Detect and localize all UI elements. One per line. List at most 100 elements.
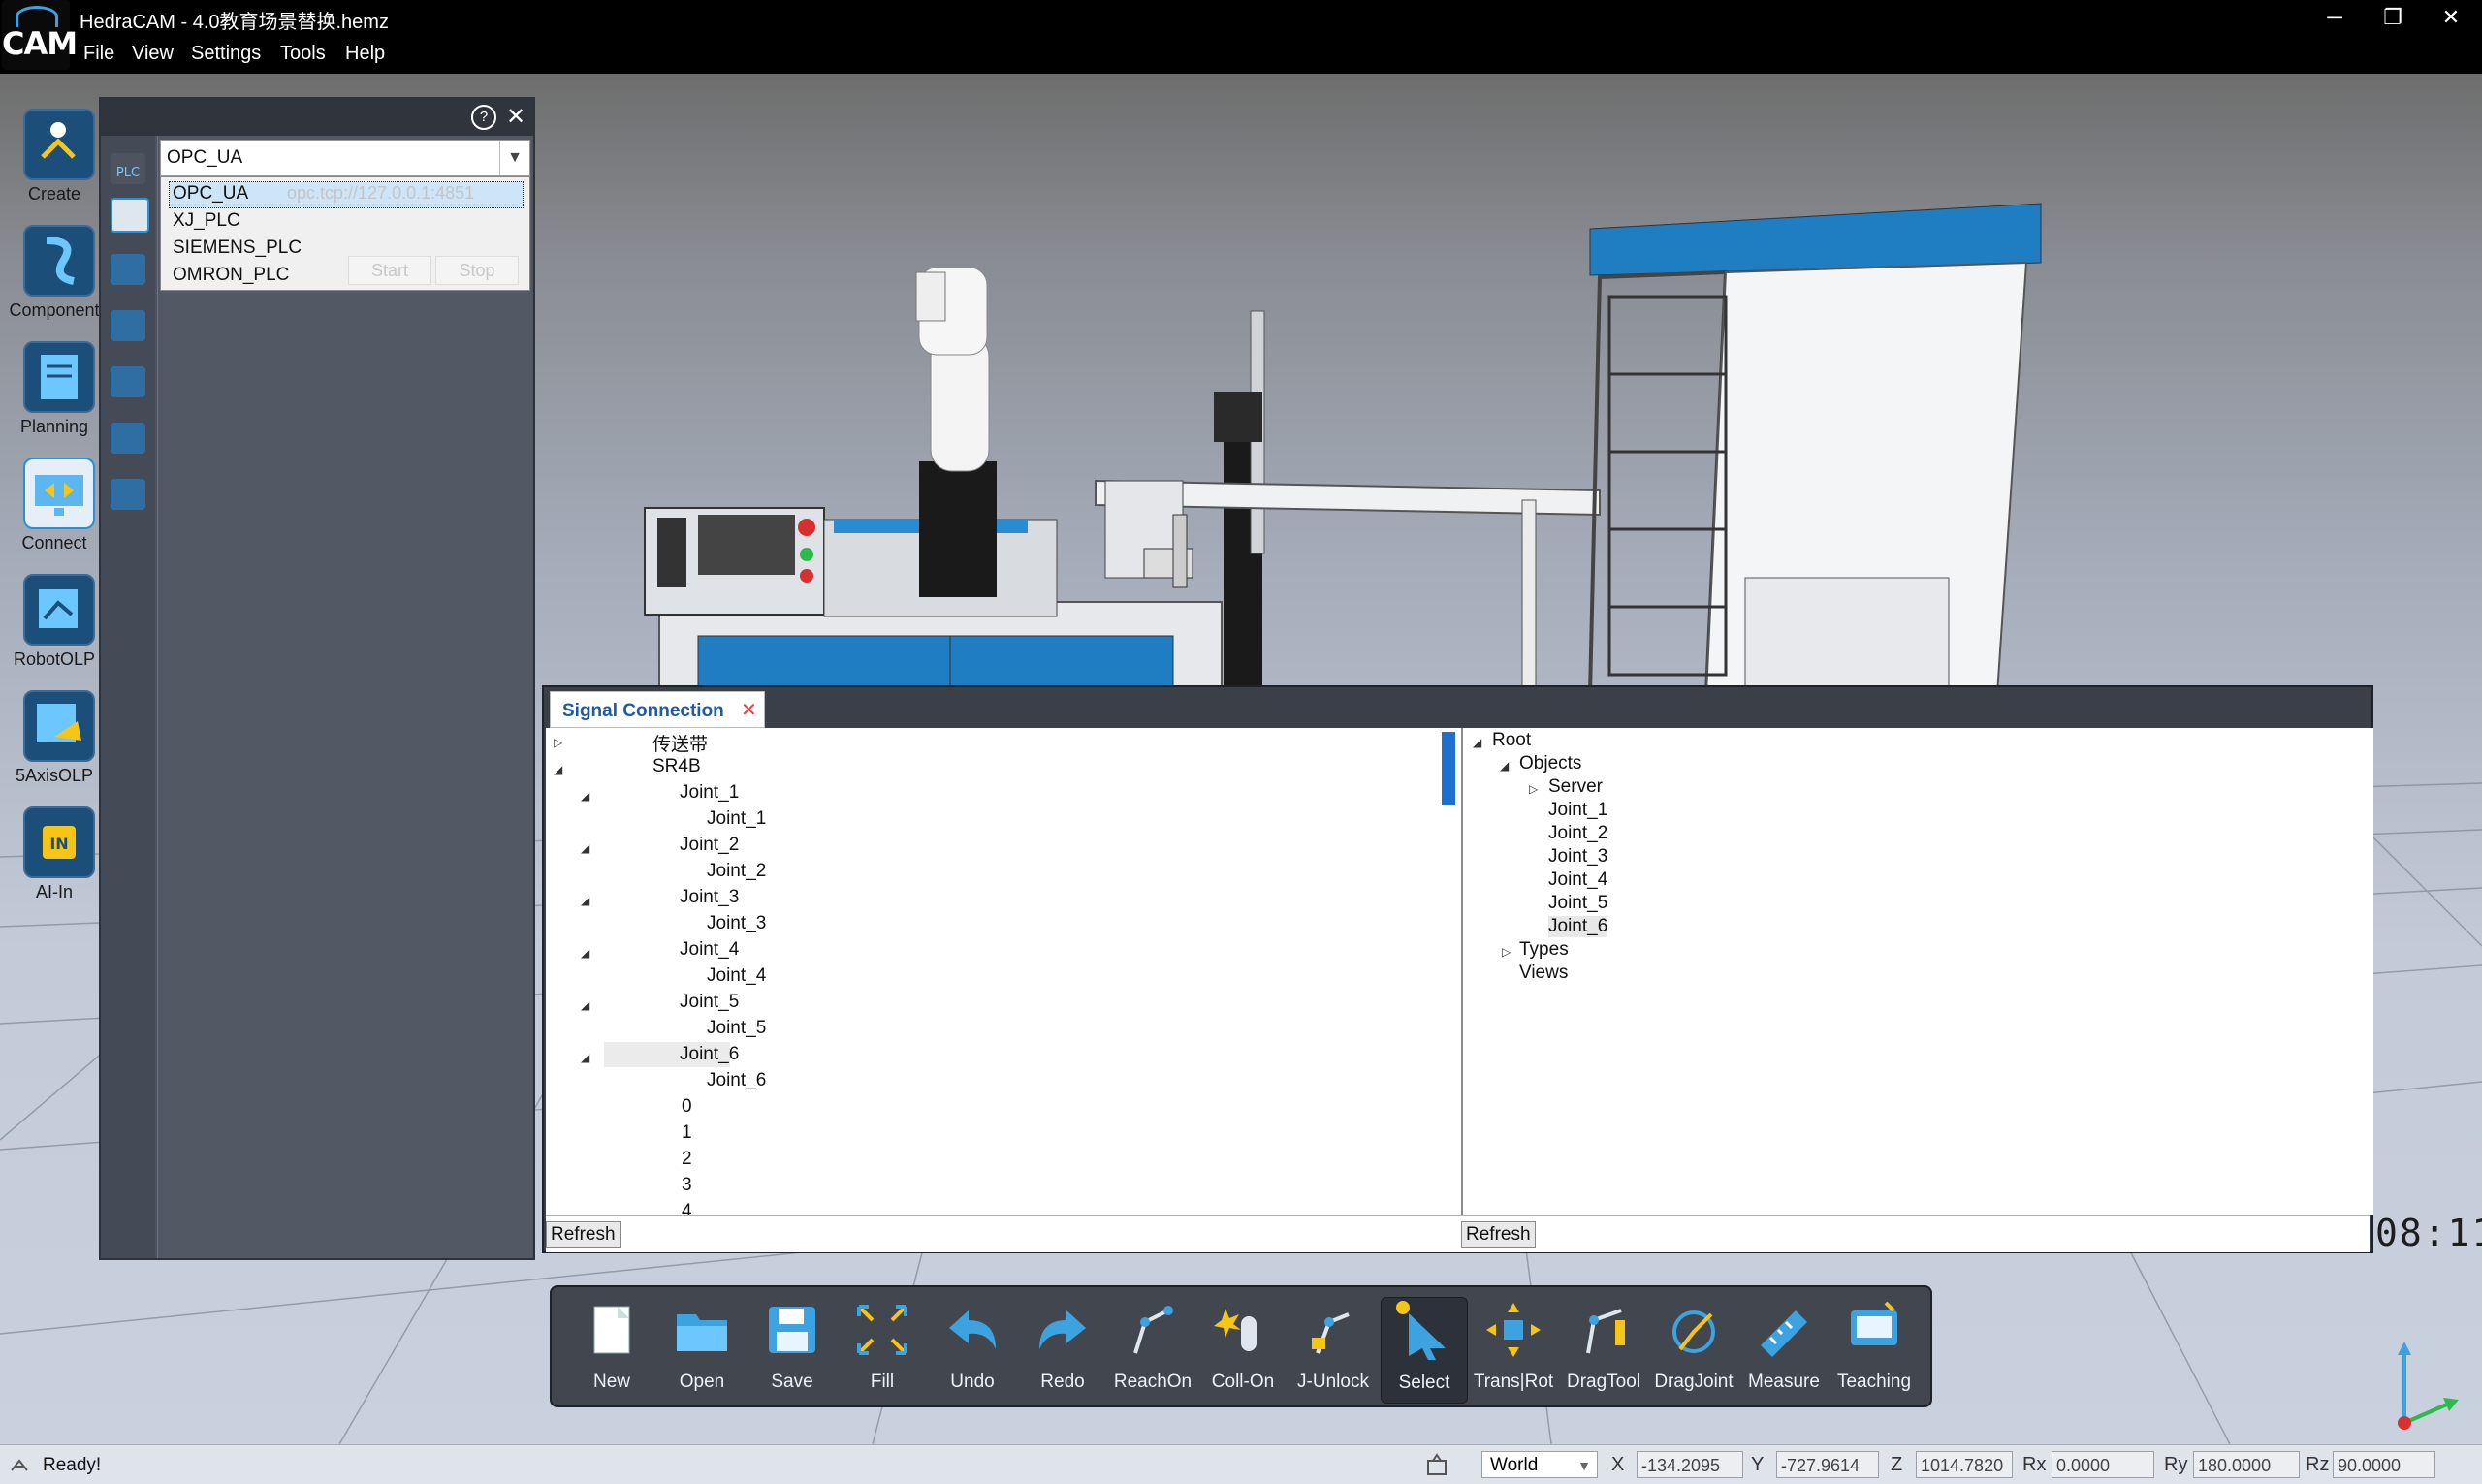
tree-leaf[interactable]: 4 (682, 1201, 692, 1215)
rz-field[interactable]: 90.0000 (2333, 1451, 2435, 1478)
tree-node[interactable]: Joint_6 (680, 1044, 739, 1065)
select-button[interactable]: Select (1381, 1297, 1468, 1404)
ry-field[interactable]: 180.0000 (2193, 1451, 2300, 1478)
start-button[interactable]: Start (348, 256, 431, 285)
tree-node[interactable]: Joint_5 (680, 992, 739, 1013)
close-icon[interactable]: ✕ (506, 103, 525, 131)
tree-node[interactable]: Root (1492, 730, 1531, 751)
menu-tools[interactable]: Tools (280, 43, 326, 65)
create-module[interactable]: Create (12, 109, 109, 205)
help-icon[interactable]: ? (471, 105, 496, 130)
menu-view[interactable]: View (132, 43, 174, 65)
j-unlock-button[interactable]: J-Unlock (1290, 1297, 1376, 1402)
collapse-icon[interactable]: ◢ (581, 1051, 589, 1064)
database-icon[interactable] (111, 479, 145, 510)
teaching-button[interactable]: Teaching (1831, 1297, 1917, 1402)
planning-module[interactable]: Planning (12, 341, 109, 437)
collapse-icon[interactable]: ◢ (581, 946, 589, 960)
tree-node[interactable]: Objects (1519, 753, 1581, 774)
menu-help[interactable]: Help (345, 43, 385, 65)
frame-select[interactable]: World ▼ (1481, 1451, 1598, 1478)
tree-leaf[interactable]: 3 (682, 1175, 692, 1196)
minimize-button[interactable]: ─ (2307, 2, 2362, 33)
collapse-icon[interactable]: ◢ (581, 789, 589, 803)
save-button[interactable]: Save (749, 1297, 835, 1402)
tree-leaf[interactable]: Joint_3 (707, 913, 766, 934)
monitor-icon[interactable] (111, 366, 145, 397)
tab-close-icon[interactable]: ✕ (741, 698, 757, 722)
ai-in-module[interactable]: IN AI-In (12, 806, 109, 902)
refresh-right-button[interactable]: Refresh (1461, 1221, 1536, 1248)
open-button[interactable]: Open (659, 1297, 745, 1402)
redo-button[interactable]: Redo (1020, 1297, 1105, 1402)
tree-leaf[interactable]: Joint_6 (707, 1070, 766, 1091)
collapse-icon[interactable]: ◢ (581, 841, 589, 855)
tree-node[interactable]: Joint_1 (680, 782, 739, 804)
z-field[interactable]: 1014.7820 (1916, 1451, 2013, 1478)
expand-icon[interactable]: ▷ (1502, 945, 1511, 959)
tree-leaf[interactable]: Joint_2 (707, 861, 766, 882)
undo-button[interactable]: Undo (930, 1297, 1015, 1402)
collapse-icon[interactable]: ◢ (554, 763, 562, 776)
tree-leaf[interactable]: Joint_2 (1548, 823, 1607, 844)
plc-type-select[interactable]: OPC_UA ▼ (160, 140, 530, 176)
scrollbar-thumb[interactable] (1442, 732, 1455, 805)
collapse-icon[interactable]: ◢ (581, 998, 589, 1012)
tree-node[interactable]: Server (1548, 776, 1603, 798)
option-opc-ua[interactable]: OPC_UA (173, 183, 248, 205)
device-list-icon[interactable] (111, 254, 145, 285)
tree-node[interactable]: 传送带 (652, 730, 708, 756)
menu-file[interactable]: File (83, 43, 114, 65)
close-window-button[interactable]: ✕ (2424, 2, 2478, 33)
tree-node[interactable]: Joint_4 (680, 939, 739, 961)
5axisolp-module[interactable]: 5AxisOLP (12, 690, 109, 786)
chevron-down-icon[interactable]: ▼ (499, 141, 529, 175)
component-module[interactable]: Component (9, 225, 109, 321)
rx-field[interactable]: 0.0000 (2052, 1451, 2154, 1478)
option-omron-plc[interactable]: OMRON_PLC (173, 265, 289, 286)
new-button[interactable]: New (569, 1297, 654, 1402)
tree-leaf[interactable]: Joint_1 (707, 808, 766, 830)
dragtool-button[interactable]: DragTool (1561, 1297, 1646, 1402)
collapse-icon[interactable]: ◢ (581, 894, 589, 907)
connect-module[interactable]: Connect (12, 458, 109, 553)
tree-node[interactable]: Views (1519, 963, 1568, 984)
tree-leaf[interactable]: 1 (682, 1122, 692, 1144)
tree-leaf[interactable]: Joint_5 (707, 1018, 766, 1039)
x-field[interactable]: -134.2095 (1637, 1451, 1743, 1478)
collapse-icon[interactable]: ◢ (1473, 736, 1481, 749)
collapse-icon[interactable]: ◢ (1500, 759, 1509, 773)
option-siemens-plc[interactable]: SIEMENS_PLC (173, 237, 302, 259)
stop-button[interactable]: Stop (435, 256, 519, 285)
tree-leaf[interactable]: Joint_6 (1548, 916, 1608, 937)
server-list-icon[interactable] (111, 423, 145, 454)
tree-leaf[interactable]: 2 (682, 1149, 692, 1170)
coordinate-frame-icon[interactable] (1425, 1453, 1450, 1476)
reachon-button[interactable]: ReachOn (1110, 1297, 1195, 1402)
tree-leaf[interactable]: 0 (682, 1096, 692, 1118)
expand-icon[interactable]: ▷ (554, 736, 562, 749)
tab-signal-connection[interactable]: Signal Connection ✕ (550, 691, 765, 728)
tree-leaf[interactable]: Joint_4 (707, 965, 766, 987)
option-xj-plc[interactable]: XJ_PLC (173, 210, 240, 232)
dragjoint-button[interactable]: DragJoint (1651, 1297, 1736, 1402)
robotolp-module[interactable]: RobotOLP (12, 574, 109, 670)
fill-button[interactable]: Fill (840, 1297, 925, 1402)
plc-icon[interactable]: PLC (111, 153, 145, 184)
tree-leaf[interactable]: Joint_1 (1548, 800, 1607, 821)
tree-node[interactable]: Joint_2 (680, 835, 739, 856)
tree-leaf[interactable]: Joint_3 (1548, 846, 1607, 868)
refresh-left-button[interactable]: Refresh (546, 1221, 620, 1248)
signal-list-icon[interactable] (111, 198, 149, 233)
path-icon[interactable] (111, 310, 145, 341)
tree-node[interactable]: Joint_3 (680, 887, 739, 908)
expand-icon[interactable]: ▷ (1529, 782, 1538, 796)
tree-leaf[interactable]: Joint_4 (1548, 869, 1607, 891)
menu-settings[interactable]: Settings (191, 43, 261, 65)
restore-button[interactable]: ❐ (2366, 2, 2420, 33)
y-field[interactable]: -727.9614 (1776, 1451, 1879, 1478)
trans-rot-button[interactable]: Trans|Rot (1471, 1297, 1556, 1402)
coll-on-button[interactable]: Coll-On (1200, 1297, 1286, 1402)
tree-node[interactable]: SR4B (652, 756, 701, 777)
tree-leaf[interactable]: Joint_5 (1548, 893, 1607, 914)
